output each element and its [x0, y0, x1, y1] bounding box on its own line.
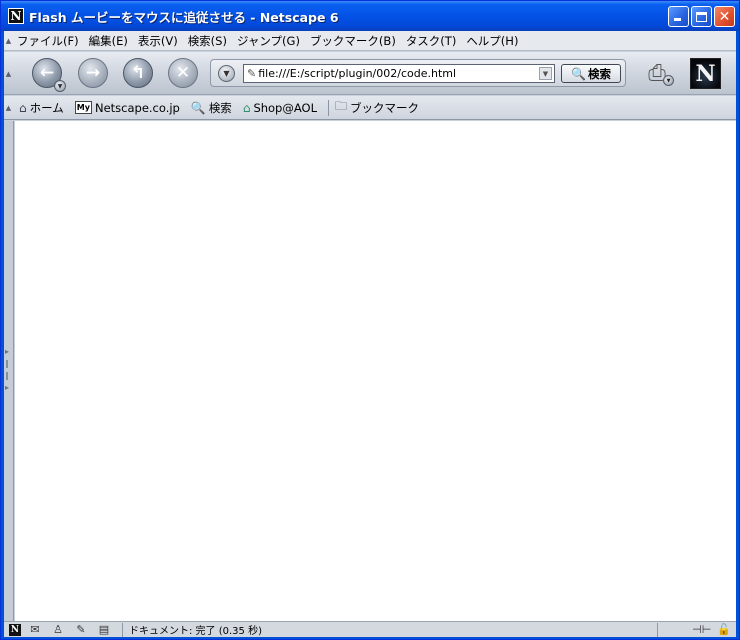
toolbar-separator: [328, 99, 329, 116]
home-label: ホーム: [29, 100, 64, 115]
stop-button[interactable]: ✕: [168, 58, 198, 88]
netscape-jp-label: Netscape.co.jp: [94, 100, 180, 115]
browser-client-area: ▲ ファイル(F) 編集(E) 表示(V) 検索(S) ジャンプ(G) ブックマ…: [4, 31, 736, 637]
back-arrow-icon: ←: [39, 63, 55, 83]
menu-bar: ▲ ファイル(F) 編集(E) 表示(V) 検索(S) ジャンプ(G) ブックマ…: [4, 31, 736, 51]
forward-button[interactable]: →: [78, 58, 108, 88]
page-proxy-icon[interactable]: ✎: [247, 67, 256, 80]
window-controls: ✕: [668, 6, 735, 27]
title-bar[interactable]: N Flash ムービーをマウスに追従させる - Netscape 6 ✕: [1, 1, 739, 31]
my-netscape-icon: My: [74, 101, 92, 114]
url-dropdown-icon[interactable]: ▼: [539, 67, 552, 80]
menu-edit[interactable]: 編集(E): [85, 33, 132, 49]
forward-arrow-icon: →: [85, 63, 101, 83]
print-dropdown-icon[interactable]: ▼: [663, 75, 674, 86]
instant-messenger-icon[interactable]: ♙: [49, 623, 67, 637]
browser-window: N Flash ムービーをマウスに追従させる - Netscape 6 ✕ ▲ …: [0, 0, 740, 640]
print-button[interactable]: ⎙ ▼: [640, 58, 674, 88]
search-icon: 🔍: [190, 100, 206, 115]
menu-file[interactable]: ファイル(F): [13, 33, 83, 49]
netscape-jp-link[interactable]: My Netscape.co.jp: [74, 100, 180, 115]
menubar-grip-icon[interactable]: ▲: [4, 31, 13, 50]
bookmarks-folder[interactable]: 🗀 ブックマーク: [335, 97, 419, 118]
url-text[interactable]: file:///E:/script/plugin/002/code.html: [258, 67, 456, 80]
status-right: ⊣⊢ 🔓: [692, 623, 731, 636]
reload-icon: ↰: [130, 63, 146, 83]
location-bar: ▼ ✎ file:///E:/script/plugin/002/code.ht…: [210, 59, 626, 87]
navigator-icon[interactable]: N: [9, 623, 21, 636]
navigation-toolbar: ▲ ← ▼ → ↰ ✕ ▼ ✎ file:///E:/script/plugin…: [4, 52, 736, 95]
maximize-icon: [696, 11, 707, 22]
bookmarks-label: ブックマーク: [350, 100, 420, 115]
search-link[interactable]: 🔍 検索: [191, 100, 232, 116]
reload-button[interactable]: ↰: [123, 58, 153, 88]
status-bar: N ✉ ♙ ✎ ▤ ドキュメント: 完了 (0.35 秒) ⊣⊢ 🔓: [4, 621, 736, 637]
security-lock-icon[interactable]: 🔓: [717, 623, 731, 636]
home-button[interactable]: ⌂ ホーム: [19, 100, 64, 116]
shop-aol-label: Shop@AOL: [253, 100, 317, 115]
menu-help[interactable]: ヘルプ(H): [462, 33, 522, 49]
maximize-button[interactable]: [691, 6, 712, 27]
close-icon: ✕: [718, 8, 731, 25]
menu-view[interactable]: 表示(V): [134, 33, 182, 49]
personal-toolbar: ▲ ⌂ ホーム My Netscape.co.jp 🔍 検索 ⌂ Shop@AO…: [4, 96, 736, 120]
personal-toolbar-grip-icon[interactable]: ▲: [4, 96, 13, 119]
folder-icon: 🗀: [335, 99, 348, 113]
stop-icon: ✕: [175, 63, 191, 83]
shop-aol-link[interactable]: ⌂ Shop@AOL: [243, 101, 317, 115]
composer-icon[interactable]: ✎: [72, 623, 90, 637]
back-dropdown-icon[interactable]: ▼: [54, 80, 66, 92]
magnifier-icon: 🔍: [571, 66, 586, 81]
shop-house-icon: ⌂: [242, 100, 251, 115]
search-link-label: 検索: [208, 100, 232, 115]
status-text: ドキュメント: 完了 (0.35 秒): [122, 622, 658, 637]
home-icon: ⌂: [19, 100, 27, 115]
search-button[interactable]: 🔍 検索: [561, 64, 621, 83]
history-dropdown-icon[interactable]: ▼: [218, 65, 235, 82]
window-title: Flash ムービーをマウスに追従させる - Netscape 6: [29, 9, 339, 25]
url-input[interactable]: ✎ file:///E:/script/plugin/002/code.html…: [243, 64, 555, 83]
sidebar-collapsed-strip[interactable]: ▸ ‖ ‖ ▸: [4, 121, 14, 621]
sidebar-toggle-icon[interactable]: ▸ ‖ ‖ ▸: [5, 346, 9, 394]
menu-bookmarks[interactable]: ブックマーク(B): [306, 33, 400, 49]
netscape-app-icon: N: [8, 8, 24, 24]
address-book-icon[interactable]: ▤: [95, 623, 113, 637]
close-button[interactable]: ✕: [714, 6, 735, 27]
search-button-label: 検索: [587, 66, 611, 81]
menu-search[interactable]: 検索(S): [184, 33, 231, 49]
menu-tasks[interactable]: タスク(T): [402, 33, 461, 49]
netscape-throbber-logo[interactable]: N: [690, 58, 721, 89]
minimize-button[interactable]: [668, 6, 689, 27]
page-content[interactable]: [15, 121, 736, 621]
back-button[interactable]: ← ▼: [32, 58, 66, 92]
minimize-icon: [674, 18, 681, 21]
mail-icon[interactable]: ✉: [26, 623, 44, 637]
menu-go[interactable]: ジャンプ(G): [233, 33, 304, 49]
online-status-icon[interactable]: ⊣⊢: [692, 623, 711, 636]
navbar-grip-icon[interactable]: ▲: [4, 52, 13, 95]
